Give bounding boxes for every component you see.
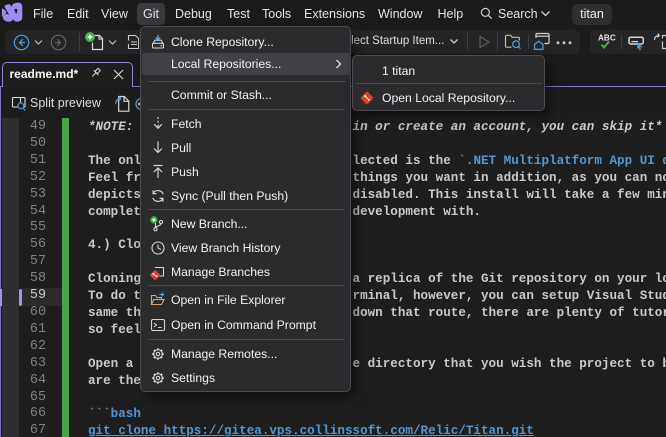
svg-text:ABC: ABC: [598, 34, 616, 43]
